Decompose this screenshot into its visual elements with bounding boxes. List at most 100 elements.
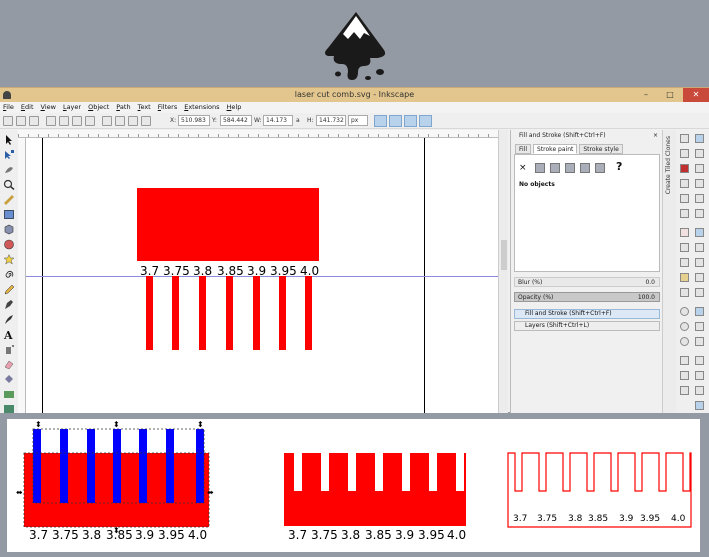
flip-horizontal-icon[interactable] xyxy=(72,116,82,126)
clone-icon[interactable] xyxy=(680,386,689,395)
snap-page-border-icon[interactable] xyxy=(695,356,704,365)
duplicate-icon[interactable] xyxy=(680,288,689,297)
text-tool-icon[interactable]: A xyxy=(3,329,15,340)
drawing-canvas[interactable]: 3.7 3.75 3.8 3.85 3.9 3.95 4.0 xyxy=(26,138,498,413)
zoom-drawing-icon[interactable] xyxy=(680,322,689,331)
measure-tool-icon[interactable] xyxy=(3,194,15,205)
snap-nodes-icon[interactable] xyxy=(695,228,704,237)
3d-box-tool-icon[interactable] xyxy=(3,224,15,235)
no-paint-icon[interactable]: × xyxy=(519,163,527,173)
minimize-button[interactable]: – xyxy=(635,88,657,102)
zoom-selection-icon[interactable] xyxy=(680,307,689,316)
comb-tooth[interactable] xyxy=(172,276,179,350)
linear-gradient-icon[interactable] xyxy=(550,163,560,173)
w-field[interactable]: 14.173 xyxy=(263,115,293,126)
tweak-tool-icon[interactable] xyxy=(3,164,15,175)
rotate-cw-icon[interactable] xyxy=(59,116,69,126)
maximize-button[interactable]: □ xyxy=(659,88,681,102)
scale-corners-icon[interactable] xyxy=(389,115,402,127)
tiled-clones-tab[interactable]: Create Tiled Clones xyxy=(662,130,676,413)
pencil-tool-icon[interactable] xyxy=(3,284,15,295)
star-tool-icon[interactable] xyxy=(3,254,15,265)
undo-icon[interactable] xyxy=(680,228,689,237)
eraser-tool-icon[interactable] xyxy=(3,359,15,370)
pen-tool-icon[interactable] xyxy=(3,299,15,310)
menu-filters[interactable]: Filters xyxy=(158,102,178,113)
rectangle-tool-icon[interactable] xyxy=(3,209,15,220)
flat-color-icon[interactable] xyxy=(535,163,545,173)
snap-rotation-center-icon[interactable] xyxy=(695,337,704,346)
snap-intersections-icon[interactable] xyxy=(695,258,704,267)
dropper-tool-icon[interactable] xyxy=(3,404,15,415)
radial-gradient-icon[interactable] xyxy=(565,163,575,173)
menu-text[interactable]: Text xyxy=(138,102,151,113)
bucket-tool-icon[interactable] xyxy=(3,374,15,385)
group-icon[interactable] xyxy=(680,356,689,365)
paste-icon[interactable] xyxy=(680,273,689,282)
menu-object[interactable]: Object xyxy=(88,102,109,113)
gradient-tool-icon[interactable] xyxy=(3,389,15,400)
x-field[interactable]: 510.983 xyxy=(178,115,210,126)
snap-grid-icon[interactable] xyxy=(695,371,704,380)
tab-stroke-style[interactable]: Stroke style xyxy=(579,144,623,154)
comb-tooth[interactable] xyxy=(199,276,206,350)
dock-entry-layers[interactable]: Layers (Shift+Ctrl+L) xyxy=(514,321,660,331)
save-icon[interactable] xyxy=(680,164,689,173)
zoom-page-icon[interactable] xyxy=(680,337,689,346)
lower-icon[interactable] xyxy=(128,116,138,126)
snap-line-midpoint-icon[interactable] xyxy=(695,307,704,316)
tab-stroke-paint[interactable]: Stroke paint xyxy=(533,144,578,154)
snap-bbox-edge-icon[interactable] xyxy=(695,164,704,173)
snap-others-icon[interactable] xyxy=(695,401,704,410)
tab-fill[interactable]: Fill xyxy=(515,144,532,154)
snap-bbox-corner-icon[interactable] xyxy=(695,179,704,188)
move-gradients-icon[interactable] xyxy=(404,115,417,127)
spiral-tool-icon[interactable] xyxy=(3,269,15,280)
select-all-icon[interactable] xyxy=(3,116,13,126)
snap-midpoint-icon[interactable] xyxy=(695,194,704,203)
copy-icon[interactable] xyxy=(680,258,689,267)
calligraphy-tool-icon[interactable] xyxy=(3,314,15,325)
h-field[interactable]: 141.732 xyxy=(316,115,346,126)
snap-center-icon[interactable] xyxy=(695,209,704,218)
menu-path[interactable]: Path xyxy=(116,102,130,113)
menu-help[interactable]: Help xyxy=(227,102,242,113)
unset-paint-icon[interactable]: ? xyxy=(616,160,622,173)
snap-paths-icon[interactable] xyxy=(695,243,704,252)
snap-smooth-icon[interactable] xyxy=(695,288,704,297)
unit-select[interactable]: px xyxy=(348,115,368,126)
raise-icon[interactable] xyxy=(115,116,125,126)
snap-guide-icon[interactable] xyxy=(695,386,704,395)
pattern-icon[interactable] xyxy=(580,163,590,173)
deselect-icon[interactable] xyxy=(29,116,39,126)
snap-object-center-icon[interactable] xyxy=(695,322,704,331)
close-button[interactable]: ✕ xyxy=(683,88,709,102)
node-tool-icon[interactable] xyxy=(3,149,15,160)
rotate-ccw-icon[interactable] xyxy=(46,116,56,126)
lock-icon[interactable]: a xyxy=(296,117,300,124)
y-field[interactable]: 584.442 xyxy=(220,115,252,126)
scale-stroke-icon[interactable] xyxy=(374,115,387,127)
zoom-tool-icon[interactable] xyxy=(3,179,15,190)
spray-tool-icon[interactable] xyxy=(3,344,15,355)
ungroup-icon[interactable] xyxy=(680,371,689,380)
print-icon[interactable] xyxy=(680,179,689,188)
blur-slider[interactable]: Blur (%) 0.0 xyxy=(514,277,660,287)
close-panel-icon[interactable]: × xyxy=(653,130,658,141)
new-document-icon[interactable] xyxy=(680,134,689,143)
export-icon[interactable] xyxy=(680,209,689,218)
swatch-icon[interactable] xyxy=(595,163,605,173)
menu-file[interactable]: File xyxy=(3,102,14,113)
move-patterns-icon[interactable] xyxy=(419,115,432,127)
ellipse-tool-icon[interactable] xyxy=(3,239,15,250)
dock-entry-fill-stroke[interactable]: Fill and Stroke (Shift+Ctrl+F) xyxy=(514,309,660,319)
lower-to-bottom-icon[interactable] xyxy=(141,116,151,126)
snap-cusp-icon[interactable] xyxy=(695,273,704,282)
flip-vertical-icon[interactable] xyxy=(85,116,95,126)
snap-bbox-icon[interactable] xyxy=(695,149,704,158)
redo-icon[interactable] xyxy=(680,243,689,252)
menu-layer[interactable]: Layer xyxy=(63,102,81,113)
comb-tooth[interactable] xyxy=(279,276,286,350)
snap-toggle-icon[interactable] xyxy=(695,134,704,143)
comb-tooth[interactable] xyxy=(305,276,312,350)
